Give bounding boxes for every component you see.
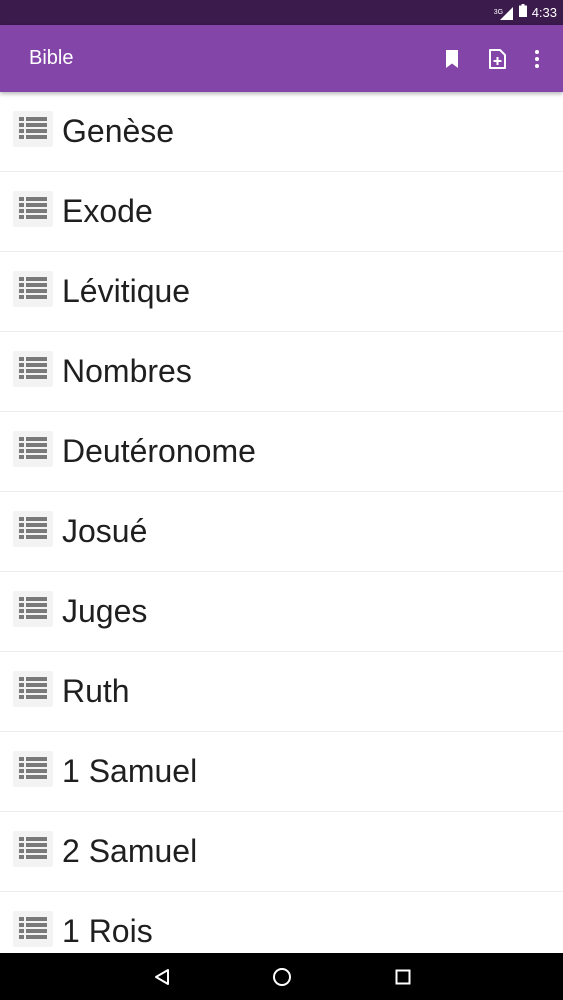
more-options-button[interactable] xyxy=(523,45,551,73)
book-name: Genèse xyxy=(62,113,175,149)
book-name: 1 Samuel xyxy=(62,753,198,789)
book-item-2-samuel[interactable]: 2 Samuel xyxy=(0,812,563,892)
recents-button[interactable] xyxy=(391,965,415,989)
book-name: Deutéronome xyxy=(62,433,256,469)
list-icon xyxy=(13,351,53,387)
back-icon xyxy=(155,969,169,985)
status-time: 4:33 xyxy=(531,5,557,20)
book-name: 2 Samuel xyxy=(62,833,198,869)
status-bar: 3G 4:33 xyxy=(0,0,563,25)
add-note-button[interactable] xyxy=(483,45,511,73)
list-icon xyxy=(13,591,53,627)
home-button[interactable] xyxy=(270,965,294,989)
list-icon xyxy=(13,191,53,227)
back-button[interactable] xyxy=(150,965,174,989)
book-name: Ruth xyxy=(62,673,130,709)
bookmark-icon xyxy=(446,50,458,68)
book-name: Lévitique xyxy=(62,273,191,309)
home-icon xyxy=(273,968,291,986)
book-name: 1 Rois xyxy=(62,913,153,949)
book-name: Nombres xyxy=(62,353,192,389)
book-name: Josué xyxy=(62,513,148,549)
list-icon xyxy=(13,911,53,947)
status-icons: 3G 4:33 xyxy=(494,0,557,25)
list-icon xyxy=(13,111,53,147)
book-item-deuteronome[interactable]: Deutéronome xyxy=(0,412,563,492)
navigation-bar xyxy=(0,953,563,1000)
book-name: Exode xyxy=(62,193,153,229)
list-icon xyxy=(13,671,53,707)
screen: 3G 4:33 Bible Genèse Exode Lévitique Nom… xyxy=(0,0,563,1000)
book-name: Juges xyxy=(62,593,148,629)
signal-icon: 3G xyxy=(494,6,514,20)
app-title: Bible xyxy=(29,47,74,69)
book-item-exode[interactable]: Exode xyxy=(0,172,563,252)
bookmark-button[interactable] xyxy=(438,45,466,73)
list-icon xyxy=(13,511,53,547)
add-note-icon xyxy=(489,49,506,69)
book-list: Genèse Exode Lévitique Nombres Deutérono… xyxy=(0,92,563,972)
recents-icon xyxy=(395,969,411,985)
book-item-genese[interactable]: Genèse xyxy=(0,92,563,172)
battery-icon xyxy=(518,3,527,22)
app-bar: Bible xyxy=(0,25,563,92)
list-icon xyxy=(13,831,53,867)
book-item-josue[interactable]: Josué xyxy=(0,492,563,572)
list-icon xyxy=(13,271,53,307)
book-item-juges[interactable]: Juges xyxy=(0,572,563,652)
list-icon xyxy=(13,751,53,787)
list-icon xyxy=(13,431,53,467)
book-item-nombres[interactable]: Nombres xyxy=(0,332,563,412)
book-item-levitique[interactable]: Lévitique xyxy=(0,252,563,332)
book-item-1-samuel[interactable]: 1 Samuel xyxy=(0,732,563,812)
more-vert-icon xyxy=(535,50,539,68)
book-item-ruth[interactable]: Ruth xyxy=(0,652,563,732)
